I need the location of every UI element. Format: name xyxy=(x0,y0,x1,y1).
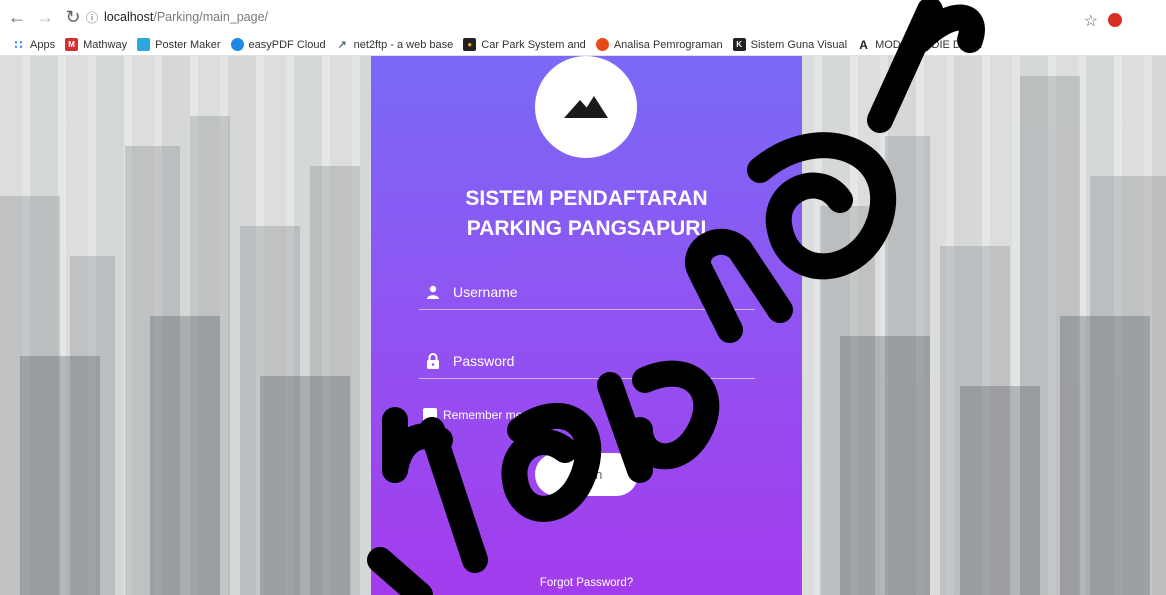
bookmark-poster-maker[interactable]: Poster Maker xyxy=(137,38,221,51)
title-line-2: PARKING PANGSAPURI xyxy=(466,217,707,240)
remember-label: Remember me xyxy=(443,408,523,422)
bookmark-label: easyPDF Cloud xyxy=(248,38,326,51)
bookmark-easypdf[interactable]: easyPDF Cloud xyxy=(230,38,326,51)
sistem-guna-icon: K xyxy=(732,38,746,51)
username-field xyxy=(419,274,755,310)
site-info-icon[interactable]: ⓘ xyxy=(86,9,98,26)
logo-circle xyxy=(535,56,637,158)
bookmark-label: Sistem Guna Visual xyxy=(750,38,848,51)
mountain-icon xyxy=(564,96,608,118)
forward-arrow-icon[interactable]: → xyxy=(34,6,56,28)
bookmark-label: net2ftp - a web base xyxy=(353,38,454,51)
net2ftp-icon: ↗ xyxy=(337,39,347,51)
title-line-1: SISTEM PENDAFTARAN xyxy=(465,187,708,210)
password-input[interactable] xyxy=(453,345,755,376)
bookmark-label: Car Park System and xyxy=(481,38,586,51)
reload-icon[interactable]: ↻ xyxy=(62,6,84,28)
bookmark-addie[interactable]: A MODEL ADDIE DALA xyxy=(857,37,982,52)
address-bar[interactable]: ⓘ localhost/Parking/main_page/ ☆ xyxy=(86,5,1122,31)
bookmark-label: MODEL ADDIE DALA xyxy=(875,38,982,51)
addie-icon: A xyxy=(859,37,868,52)
extension-icon[interactable] xyxy=(1108,13,1122,27)
bookmark-mathway[interactable]: M Mathway xyxy=(65,38,127,51)
bookmark-apps[interactable]: ∷ Apps xyxy=(12,37,56,52)
easypdf-icon xyxy=(230,38,244,51)
login-card: SISTEM PENDAFTARAN PARKING PANGSAPURI Re… xyxy=(371,56,802,595)
bookmarks-bar: ∷ Apps M Mathway Poster Maker easyPDF Cl… xyxy=(0,34,1166,56)
login-button[interactable]: Login xyxy=(535,453,638,496)
mathway-icon: M xyxy=(65,38,79,51)
url-host: localhost xyxy=(104,10,154,24)
car-park-icon: ● xyxy=(463,38,477,51)
bookmark-net2ftp[interactable]: ↗ net2ftp - a web base xyxy=(336,38,454,52)
bookmark-label: Mathway xyxy=(83,38,128,51)
password-field xyxy=(419,343,755,379)
apps-grid-icon: ∷ xyxy=(14,37,23,52)
bookmark-analisa[interactable]: Analisa Pemrograman xyxy=(595,38,723,51)
bookmark-sistem-guna[interactable]: K Sistem Guna Visual xyxy=(732,38,848,51)
bookmark-car-park[interactable]: ● Car Park System and xyxy=(463,38,586,51)
page-background: SISTEM PENDAFTARAN PARKING PANGSAPURI Re… xyxy=(0,56,1166,595)
poster-maker-icon xyxy=(137,38,151,51)
bookmark-star-icon[interactable]: ☆ xyxy=(1084,11,1098,31)
browser-toolbar: ← → ↻ ⓘ localhost/Parking/main_page/ ☆ xyxy=(0,0,1166,34)
remember-checkbox[interactable] xyxy=(423,408,437,422)
bookmark-label: Analisa Pemrograman xyxy=(613,38,723,51)
url-path: /Parking/main_page/ xyxy=(153,10,269,24)
back-arrow-icon[interactable]: ← xyxy=(6,6,28,28)
lock-icon xyxy=(423,351,443,371)
username-input[interactable] xyxy=(453,276,755,307)
remember-me[interactable]: Remember me xyxy=(423,408,522,422)
forgot-password-link[interactable]: Forgot Password? xyxy=(371,577,802,589)
bookmark-label: Poster Maker xyxy=(155,38,221,51)
analisa-icon xyxy=(595,38,609,51)
page-title: SISTEM PENDAFTARAN PARKING PANGSAPURI xyxy=(371,184,802,244)
bookmark-label: Apps xyxy=(30,38,56,51)
user-icon xyxy=(423,282,443,302)
